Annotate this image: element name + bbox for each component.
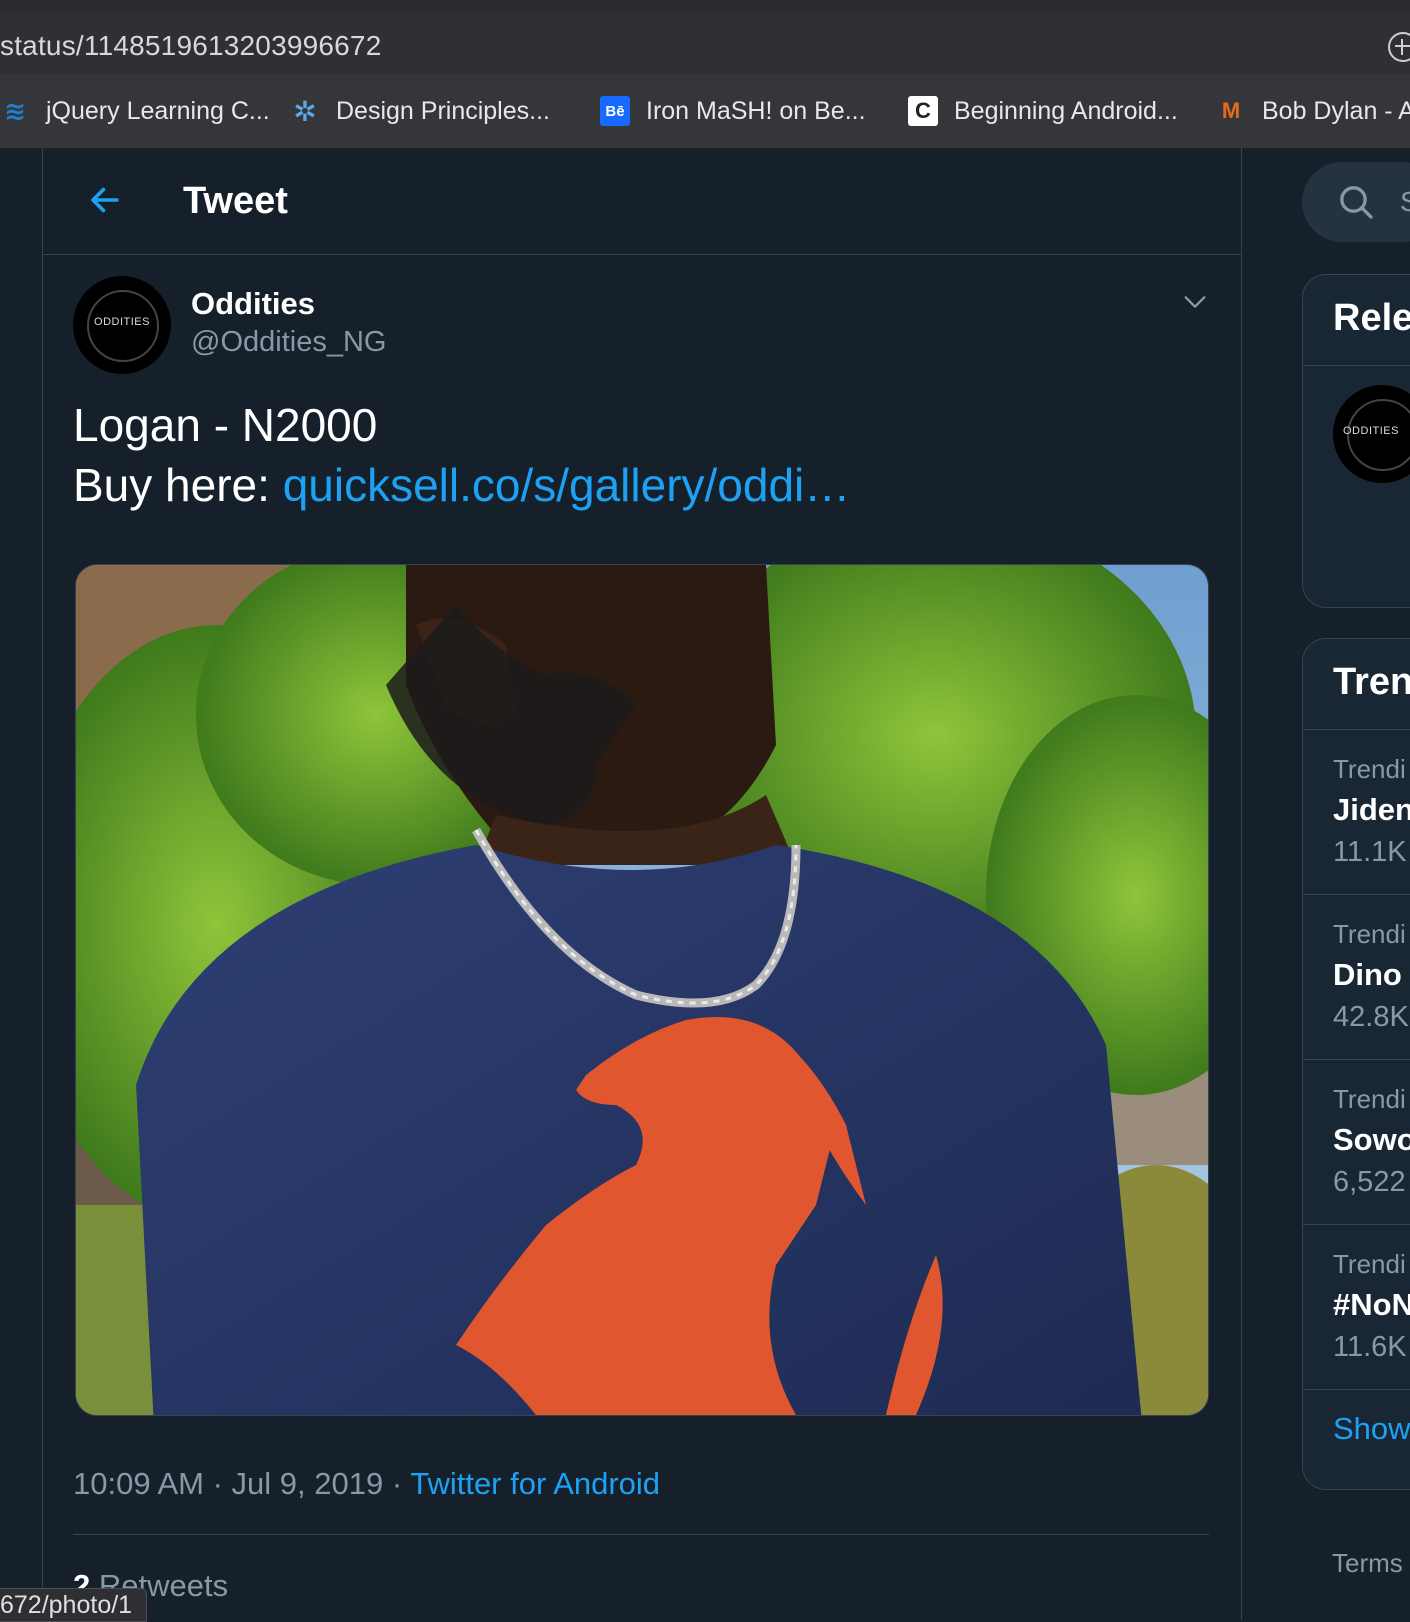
trends-panel: Tren Trendi Jiden 11.1K T Trendi Dino 42… — [1302, 638, 1410, 1490]
link-status-tooltip: 672/photo/1 — [0, 1588, 148, 1622]
bookmark-iron-mash[interactable]: Bē Iron MaSH! on Be... — [600, 92, 866, 130]
trend-context: Trendi — [1333, 1084, 1406, 1114]
c-icon: C — [908, 96, 938, 126]
tweet-date[interactable]: Jul 9, 2019 — [232, 1466, 384, 1501]
trend-name: #NoN — [1333, 1287, 1410, 1322]
url-text[interactable]: status/1148519613203996672 — [0, 30, 381, 62]
meta-separator: · — [383, 1466, 411, 1501]
tweet-text-prefix: Buy here: — [73, 459, 283, 511]
page-title: Tweet — [183, 180, 288, 222]
author-handle[interactable]: @Oddities_NG — [191, 326, 386, 359]
avatar-logo-text: ODDITIES — [94, 316, 150, 328]
trend-item[interactable]: Trendi #NoN 11.6K — [1303, 1225, 1410, 1390]
search-placeholder: S — [1400, 186, 1410, 217]
bookmarks-bar: ≋ jQuery Learning C... ✲ Design Principl… — [0, 74, 1410, 149]
bookmark-label: Iron MaSH! on Be... — [646, 96, 866, 125]
avatar-logo-text: ODDITIES — [1343, 425, 1399, 437]
design-icon: ✲ — [293, 95, 317, 127]
trend-item[interactable]: Trendi Jiden 11.1K T — [1303, 730, 1410, 895]
bookmark-design-principles[interactable]: ✲ Design Principles... — [290, 92, 550, 130]
add-icon[interactable] — [1388, 32, 1410, 62]
trend-name: Sowo — [1333, 1122, 1410, 1157]
relevant-people-panel: Rele ODDITIES — [1302, 274, 1410, 608]
bookmark-label: jQuery Learning C... — [46, 96, 270, 125]
trend-item[interactable]: Trendi Dino 42.8K — [1303, 895, 1410, 1060]
jquery-icon: ≋ — [4, 95, 26, 126]
bookmark-label: Beginning Android... — [954, 96, 1178, 125]
tweet-timestamp: 10:09 AM · Jul 9, 2019 · Twitter for And… — [73, 1466, 660, 1502]
bookmark-bob-dylan[interactable]: M Bob Dylan - A — [1216, 92, 1410, 130]
chevron-down-icon[interactable] — [1181, 288, 1209, 316]
tweet-header: Tweet — [43, 148, 1241, 255]
photo-tshirt-horse — [76, 565, 1208, 1415]
trend-item[interactable]: Trendi Sowo 6,522 — [1303, 1060, 1410, 1225]
panel-title: Tren — [1333, 661, 1410, 703]
bookmark-label: Design Principles... — [336, 96, 550, 125]
trend-name: Dino — [1333, 957, 1402, 992]
search-icon — [1340, 186, 1373, 219]
tweet-text-line: Buy here: quicksell.co/s/gallery/oddi… — [73, 458, 850, 512]
trend-name: Jiden — [1333, 792, 1410, 827]
tweet-link[interactable]: quicksell.co/s/gallery/oddi… — [283, 459, 851, 511]
tweet-text-line: Logan - N2000 — [73, 399, 378, 451]
trend-count: 42.8K — [1333, 1001, 1409, 1033]
back-arrow-icon[interactable] — [87, 182, 123, 218]
trend-count: 6,522 — [1333, 1166, 1406, 1198]
bookmark-jquery[interactable]: ≋ jQuery Learning C... — [0, 92, 270, 130]
tweet-source-link[interactable]: Twitter for Android — [410, 1466, 660, 1501]
panel-title: Rele — [1333, 297, 1410, 339]
bookmark-label: Bob Dylan - A — [1262, 96, 1410, 125]
divider — [73, 1534, 1209, 1535]
divider — [1303, 365, 1410, 366]
trend-context: Trendi — [1333, 1249, 1406, 1279]
trend-context: Trendi — [1333, 754, 1406, 784]
behance-icon: Bē — [600, 96, 630, 126]
show-more-link[interactable]: Show — [1333, 1411, 1410, 1447]
trend-context: Trendi — [1333, 919, 1406, 949]
tweet-column: Tweet ODDITIES Oddities @Oddities_NG Log… — [42, 148, 1242, 1620]
m-icon: M — [1221, 98, 1241, 123]
avatar[interactable]: ODDITIES — [1333, 385, 1410, 483]
avatar[interactable]: ODDITIES — [73, 276, 171, 374]
tweet-time[interactable]: 10:09 AM — [73, 1466, 204, 1501]
bookmark-beginning-android[interactable]: C Beginning Android... — [908, 92, 1178, 130]
author-display-name[interactable]: Oddities — [191, 286, 315, 322]
meta-separator: · — [203, 1466, 232, 1501]
tweet-photo[interactable] — [75, 564, 1209, 1416]
address-bar[interactable]: status/1148519613203996672 — [0, 12, 1410, 74]
trend-count: 11.1K T — [1333, 836, 1410, 868]
trend-count: 11.6K — [1333, 1331, 1407, 1363]
footer-terms-link[interactable]: Terms — [1332, 1548, 1403, 1579]
